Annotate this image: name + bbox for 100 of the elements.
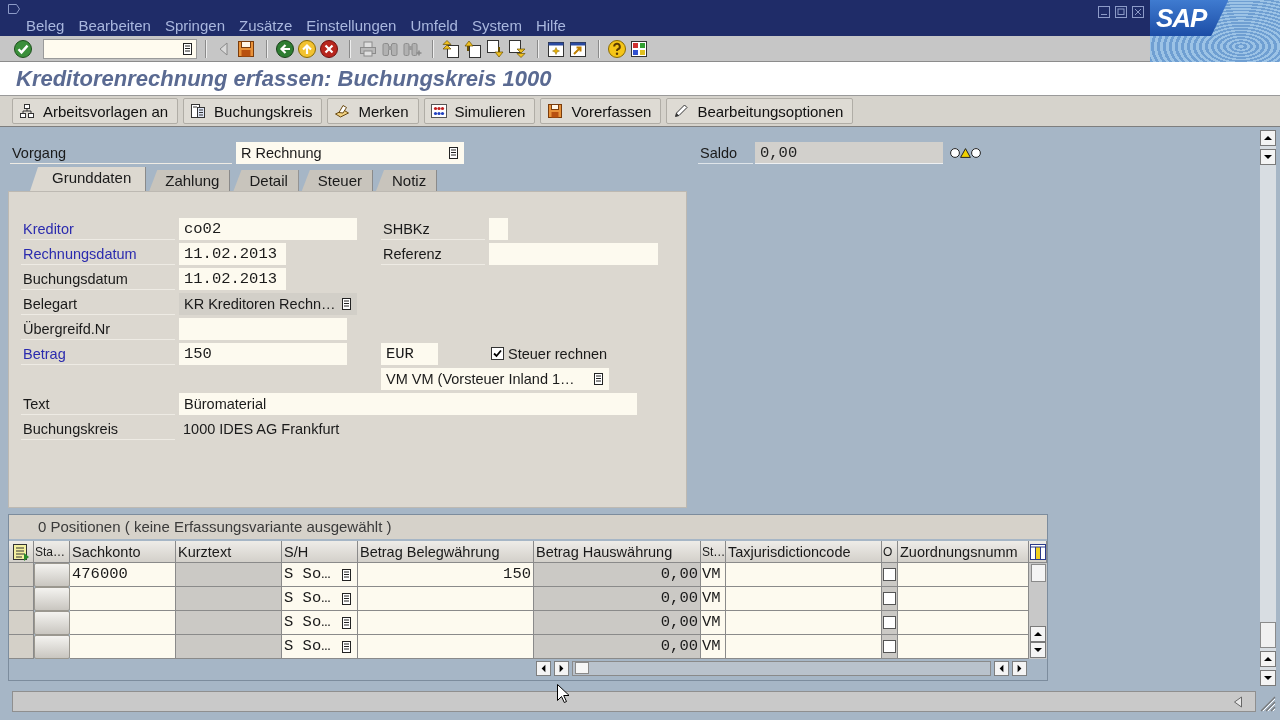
menu-item[interactable]: Beleg xyxy=(26,17,65,35)
input-cell[interactable] xyxy=(70,611,176,635)
scrollbar-thumb[interactable] xyxy=(575,662,589,674)
help-icon[interactable] xyxy=(607,38,627,59)
input-field[interactable]: 11.02.2013 xyxy=(179,242,286,265)
triangle-left-icon[interactable] xyxy=(1233,695,1243,708)
maximize-icon[interactable] xyxy=(1115,6,1127,18)
input-cell[interactable] xyxy=(726,635,882,659)
scroll-right-button[interactable] xyxy=(554,660,569,676)
menu-item[interactable]: Springen xyxy=(164,17,225,35)
input-cell[interactable]: VM xyxy=(701,635,726,659)
color-grid-icon[interactable] xyxy=(629,38,649,59)
input-cell[interactable] xyxy=(726,587,882,611)
row-button[interactable] xyxy=(34,611,70,635)
toolbar-button[interactable]: Simulieren xyxy=(423,98,536,124)
page-double-down-arrow-icon[interactable] xyxy=(507,38,527,59)
column-header[interactable]: Betrag Hauswährung xyxy=(534,541,701,563)
dropdown-cell[interactable]: S So… xyxy=(282,611,358,635)
toolbar-button[interactable]: Arbeitsvorlagen an xyxy=(12,98,179,124)
scrollbar-thumb[interactable] xyxy=(1030,564,1046,582)
input-cell[interactable] xyxy=(898,563,1029,587)
checkbox-label[interactable]: Steuer rechnen xyxy=(508,345,608,362)
dropdown-icon[interactable] xyxy=(341,640,352,653)
input-cell[interactable] xyxy=(358,635,534,659)
input-cell[interactable] xyxy=(898,635,1029,659)
checkbox[interactable] xyxy=(883,592,896,605)
dropdown-cell[interactable]: S So… xyxy=(282,563,358,587)
row-button[interactable] xyxy=(34,587,70,611)
scroll-right-button[interactable] xyxy=(1012,660,1027,676)
column-header[interactable]: Zuordnungsnumm xyxy=(898,541,1029,563)
input-cell[interactable] xyxy=(726,611,882,635)
input-cell[interactable] xyxy=(358,587,534,611)
column-header[interactable]: O xyxy=(882,541,898,563)
checkbox[interactable] xyxy=(883,616,896,629)
dropdown-icon[interactable] xyxy=(341,568,352,581)
input-cell[interactable] xyxy=(358,611,534,635)
column-header[interactable]: Taxjurisdictioncode xyxy=(726,541,882,563)
input-cell[interactable] xyxy=(726,563,882,587)
tab[interactable]: Notiz xyxy=(376,170,438,191)
column-header[interactable]: Betrag Belegwährung xyxy=(358,541,534,563)
page-down-arrow-icon[interactable] xyxy=(485,38,505,59)
dropdown-cell[interactable]: S So… xyxy=(282,587,358,611)
menu-item[interactable]: Umfeld xyxy=(410,17,458,35)
command-field[interactable] xyxy=(43,38,197,59)
dropdown-icon[interactable] xyxy=(341,616,352,629)
column-header[interactable]: S/H xyxy=(282,541,358,563)
scroll-up-button[interactable] xyxy=(1260,651,1276,667)
input-cell[interactable]: VM xyxy=(701,563,726,587)
dropdown-field[interactable]: R Rechnung xyxy=(236,141,464,164)
input-field[interactable] xyxy=(489,217,508,240)
scrollbar[interactable] xyxy=(1029,563,1047,659)
resize-grip-icon[interactable] xyxy=(1258,694,1276,712)
scroll-left-button[interactable] xyxy=(536,660,551,676)
input-cell[interactable]: VM xyxy=(701,611,726,635)
input-field[interactable]: 11.02.2013 xyxy=(179,267,286,290)
input-cell[interactable] xyxy=(898,611,1029,635)
toolbar-button[interactable]: Bearbeitungsoptionen xyxy=(666,98,854,124)
tab[interactable]: Detail xyxy=(233,170,299,191)
page-up-arrow-icon[interactable] xyxy=(463,38,483,59)
checkbox[interactable] xyxy=(883,568,896,581)
tab[interactable]: Zahlung xyxy=(149,170,231,191)
left-arrow-circle-icon[interactable] xyxy=(275,38,295,59)
minimize-icon[interactable] xyxy=(1098,6,1110,18)
menu-item[interactable]: Einstellungen xyxy=(306,17,397,35)
input-field[interactable]: Büromaterial xyxy=(179,392,637,415)
menu-item[interactable]: Bearbeiten xyxy=(78,17,151,35)
input-field[interactable] xyxy=(179,317,347,340)
input-field[interactable] xyxy=(489,242,658,265)
dropdown-field[interactable]: KR Kreditoren Rechn… xyxy=(179,292,357,315)
input-field[interactable]: EUR xyxy=(381,342,438,365)
menu-item[interactable]: System xyxy=(471,17,522,35)
scrollbar[interactable] xyxy=(572,660,991,676)
dropdown-icon[interactable] xyxy=(593,372,604,385)
list-icon[interactable] xyxy=(12,542,30,561)
toolbar-button[interactable]: Vorerfassen xyxy=(540,98,662,124)
menu-item[interactable]: Zusätze xyxy=(239,17,293,35)
checkbox[interactable] xyxy=(883,640,896,653)
scroll-down-button[interactable] xyxy=(1260,670,1276,686)
column-header[interactable]: St… xyxy=(701,541,726,563)
dropdown-icon[interactable] xyxy=(182,42,193,55)
tab[interactable]: Steuer xyxy=(301,170,373,191)
scrollbar-thumb[interactable] xyxy=(1260,622,1276,648)
scroll-up-button[interactable] xyxy=(1030,626,1046,642)
scrollbar[interactable] xyxy=(1260,130,1276,686)
dropdown-cell[interactable]: S So… xyxy=(282,635,358,659)
scroll-down-button[interactable] xyxy=(1260,149,1276,165)
page-double-up-arrow-icon[interactable] xyxy=(441,38,461,59)
dropdown-icon[interactable] xyxy=(448,146,459,159)
menu-item[interactable]: Hilfe xyxy=(535,17,566,35)
input-field[interactable]: 150 xyxy=(179,342,347,365)
input-cell[interactable] xyxy=(70,587,176,611)
scroll-up-button[interactable] xyxy=(1260,130,1276,146)
column-header[interactable]: Sta… xyxy=(34,541,70,563)
tab[interactable]: Grunddaten xyxy=(30,167,147,191)
checkmark-icon[interactable] xyxy=(13,38,33,59)
column-header[interactable]: Sachkonto xyxy=(70,541,176,563)
checkbox[interactable] xyxy=(491,347,504,360)
toolbar-button[interactable]: Buchungskreis xyxy=(183,98,323,124)
input-cell[interactable] xyxy=(70,635,176,659)
up-arrow-circle-icon[interactable] xyxy=(297,38,317,59)
